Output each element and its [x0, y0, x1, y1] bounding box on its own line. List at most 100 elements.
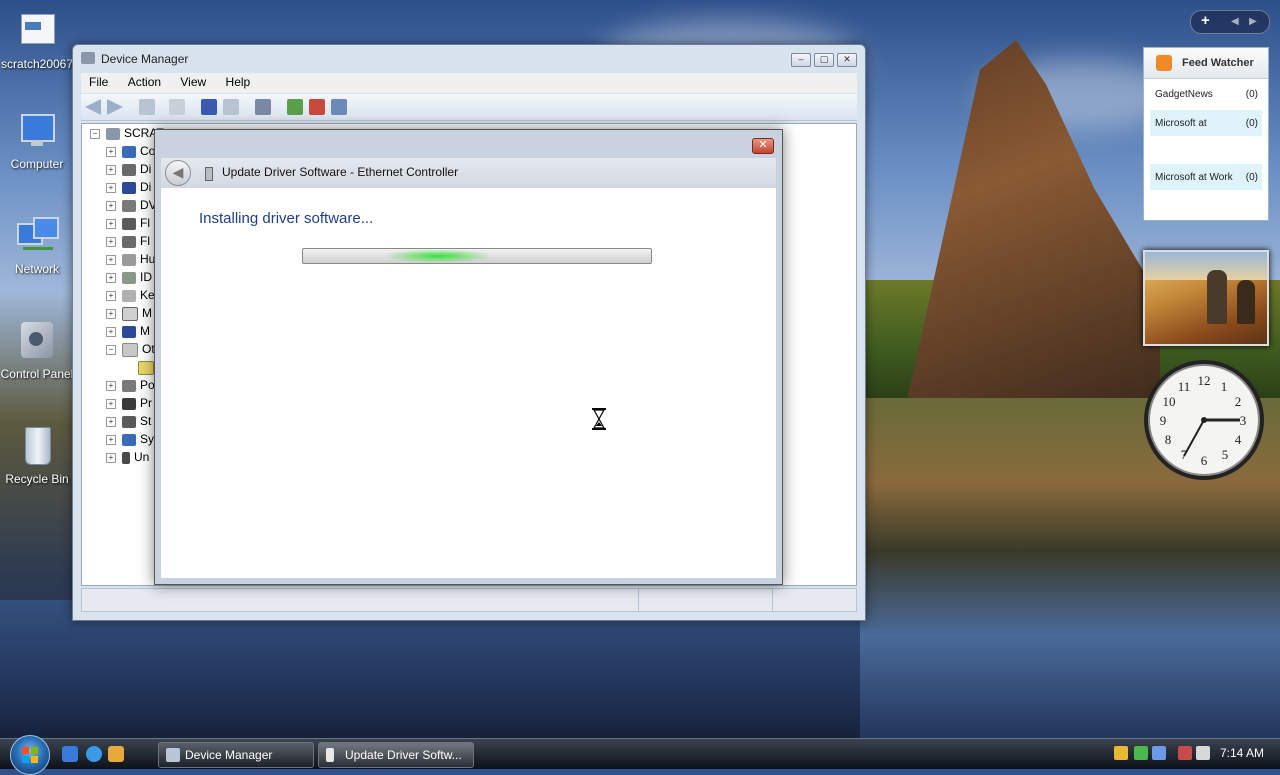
show-hide-console-icon[interactable]: [139, 99, 155, 115]
tray-app-icon[interactable]: [1152, 746, 1166, 760]
tree-item[interactable]: + Un: [106, 450, 149, 468]
tree-item[interactable]: + Di: [106, 180, 151, 198]
taskbar-update-driver[interactable]: Update Driver Softw...: [318, 742, 474, 768]
update-driver-icon[interactable]: [287, 99, 303, 115]
tree-item[interactable]: + Po: [106, 378, 155, 396]
expand-icon[interactable]: +: [106, 236, 116, 247]
help-icon[interactable]: [201, 99, 217, 115]
network-error-icon[interactable]: [1178, 746, 1192, 760]
expand-icon[interactable]: +: [106, 326, 116, 337]
expand-icon[interactable]: +: [106, 146, 116, 157]
feed-item-count: (0): [1245, 172, 1258, 183]
keyboard-icon: [122, 289, 136, 302]
hourglass-cursor-icon: [592, 408, 606, 430]
next-page-icon[interactable]: ▶: [1249, 16, 1257, 27]
feed-item[interactable]: Microsoft at Work (0): [1150, 164, 1262, 190]
tree-item-label: M: [140, 324, 150, 338]
start-button[interactable]: [10, 735, 50, 775]
device-icon: [122, 181, 136, 194]
expand-icon[interactable]: +: [106, 398, 116, 409]
volume-muted-icon[interactable]: [1196, 746, 1210, 760]
expand-icon[interactable]: +: [106, 272, 116, 283]
desktop-icon-network[interactable]: Network: [0, 215, 74, 276]
tree-item[interactable]: + M: [106, 306, 152, 324]
feed-header: Feed Watcher: [1144, 48, 1268, 79]
minimize-button[interactable]: –: [791, 53, 811, 67]
expand-icon[interactable]: +: [106, 380, 116, 391]
menu-view[interactable]: View: [172, 73, 214, 91]
desktop-icon-scratch[interactable]: scratch20067: [0, 10, 74, 71]
taskbar-button-label: Update Driver Softw...: [345, 748, 462, 762]
tree-item[interactable]: + Fl: [106, 216, 150, 234]
tree-item-other[interactable]: − Ot: [106, 342, 155, 360]
tree-item[interactable]: + Pr: [106, 396, 152, 414]
menu-action[interactable]: Action: [120, 73, 169, 91]
tree-item[interactable]: + St: [106, 414, 151, 432]
rss-icon: [1156, 55, 1172, 71]
tree-item[interactable]: + Co: [106, 144, 155, 162]
expand-icon[interactable]: +: [106, 416, 116, 427]
desktop-icon-control-panel[interactable]: Control Panel: [0, 320, 74, 381]
tree-item[interactable]: + ID: [106, 270, 152, 288]
back-button[interactable]: ◀: [165, 160, 191, 186]
device-manager-icon: [81, 52, 95, 64]
feed-item[interactable]: GadgetNews (0): [1150, 83, 1262, 105]
show-desktop-icon[interactable]: [62, 746, 78, 762]
tree-item[interactable]: + Sy: [106, 432, 154, 450]
scan-hardware-icon[interactable]: [255, 99, 271, 115]
disable-device-icon[interactable]: [331, 99, 347, 115]
device-icon: [122, 199, 136, 212]
expand-icon[interactable]: +: [106, 434, 116, 445]
update-driver-icon: [326, 748, 334, 762]
maximize-button[interactable]: ▢: [814, 53, 834, 67]
tree-root[interactable]: − SCRAT: [90, 126, 164, 144]
network-icon: [15, 215, 59, 259]
tree-item[interactable]: + Di: [106, 162, 151, 180]
slideshow-gadget[interactable]: [1143, 250, 1269, 346]
feed-item-label: GadgetNews: [1155, 89, 1213, 100]
folder-shortcut-icon: [15, 10, 59, 54]
uninstall-icon[interactable]: [309, 99, 325, 115]
desktop-icon-recycle-bin[interactable]: Recycle Bin: [0, 425, 74, 486]
check-icon[interactable]: [1134, 746, 1148, 760]
expand-icon[interactable]: +: [106, 290, 116, 301]
dialog-close-button[interactable]: ✕: [752, 138, 774, 154]
menu-bar: File Action View Help: [81, 73, 857, 93]
tree-item[interactable]: + Fl: [106, 234, 150, 252]
prev-page-icon[interactable]: ◀: [1231, 16, 1239, 27]
feed-item-label: Microsoft at Work: [1155, 172, 1233, 183]
expand-icon[interactable]: +: [106, 254, 116, 265]
properties-icon[interactable]: [169, 99, 185, 115]
media-player-icon[interactable]: [108, 746, 124, 762]
expand-icon[interactable]: +: [106, 182, 116, 193]
taskbar-device-manager[interactable]: Device Manager: [158, 742, 314, 768]
clock-gadget[interactable]: 12 1 2 3 4 5 6 7 8 9 10 11: [1142, 358, 1266, 482]
tree-item[interactable]: + Ke: [106, 288, 155, 306]
expand-icon[interactable]: +: [106, 308, 116, 319]
taskbar-clock[interactable]: 7:14 AM: [1220, 746, 1264, 760]
tree-item[interactable]: + Hu: [106, 252, 155, 270]
close-button[interactable]: ✕: [837, 53, 857, 67]
expand-icon[interactable]: +: [106, 200, 116, 211]
expand-icon[interactable]: +: [106, 164, 116, 175]
back-arrow-icon[interactable]: [85, 99, 101, 115]
action-pane-icon[interactable]: [223, 99, 239, 115]
expand-icon[interactable]: +: [106, 218, 116, 229]
menu-file[interactable]: File: [81, 73, 116, 91]
collapse-icon[interactable]: −: [106, 344, 116, 355]
forward-arrow-icon[interactable]: [107, 99, 123, 115]
device-manager-icon: [166, 748, 180, 762]
device-manager-titlebar[interactable]: Device Manager – ▢ ✕: [73, 45, 865, 73]
desktop-icon-computer[interactable]: Computer: [0, 110, 74, 171]
security-shield-icon[interactable]: [1114, 746, 1128, 760]
internet-explorer-icon[interactable]: [86, 746, 102, 762]
desktop-icon-label: Computer: [10, 157, 64, 171]
photo-sky: [1145, 252, 1267, 280]
tree-item[interactable]: + M: [106, 324, 150, 342]
expand-icon[interactable]: +: [106, 452, 116, 463]
collapse-icon[interactable]: −: [90, 128, 100, 139]
menu-help[interactable]: Help: [218, 73, 259, 91]
tree-item[interactable]: + DV: [106, 198, 157, 216]
add-gadget-button[interactable]: +: [1201, 12, 1210, 29]
feed-item[interactable]: Microsoft at (0): [1150, 110, 1262, 136]
